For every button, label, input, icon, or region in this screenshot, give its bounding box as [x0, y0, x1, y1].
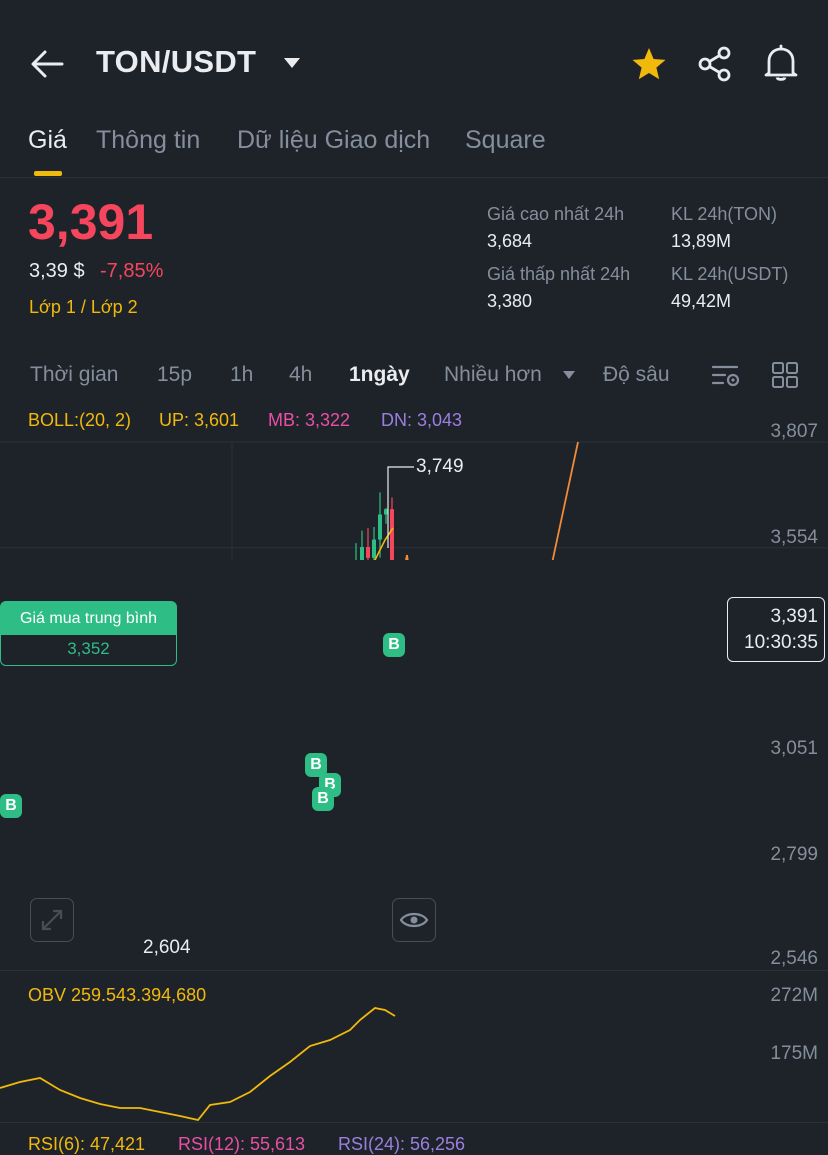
price-chart[interactable]: BINANCE [0, 0, 828, 560]
chart-divider [0, 970, 828, 971]
avg-buy-price-tooltip[interactable]: Giá mua trung bình 3,352 [0, 601, 177, 666]
rsi24-label: RSI(24): 56,256 [338, 1134, 466, 1154]
rsi12-label: RSI(12): 55,613 [178, 1134, 306, 1154]
y-axis-label: 3,807 [770, 421, 818, 442]
eye-icon [399, 912, 429, 928]
candle-body [372, 539, 376, 558]
obv-chart [0, 1007, 396, 1122]
expand-icon [41, 909, 63, 931]
avg-buy-label: Giá mua trung bình [1, 602, 176, 635]
candle-countdown: 10:30:35 [744, 632, 818, 653]
max-price-marker: 3,749 [416, 456, 464, 477]
y-axis-label: 3,051 [770, 738, 818, 759]
candle-body [366, 547, 370, 558]
candle-body [360, 547, 364, 560]
y-axis-label: 2,546 [770, 948, 818, 969]
avg-buy-value: 3,352 [67, 639, 110, 658]
current-price-box: 3,391 10:30:35 [727, 597, 825, 662]
candle-body [378, 514, 382, 540]
y-axis-label: 2,799 [770, 844, 818, 865]
y-axis-label: 3,554 [770, 527, 818, 548]
boll-upper-line [374, 527, 394, 560]
buy-marker[interactable]: B [312, 787, 334, 811]
visibility-toggle-button[interactable] [392, 898, 436, 942]
current-price-value: 3,391 [770, 606, 818, 627]
min-price-marker: 2,604 [143, 937, 191, 958]
obv-divider [0, 1122, 828, 1123]
candle-body [390, 509, 394, 560]
buy-marker[interactable]: B [383, 633, 405, 657]
expand-chart-button[interactable] [30, 898, 74, 942]
rsi6-label: RSI(6): 47,421 [28, 1134, 146, 1154]
buy-marker[interactable]: B [0, 794, 22, 818]
